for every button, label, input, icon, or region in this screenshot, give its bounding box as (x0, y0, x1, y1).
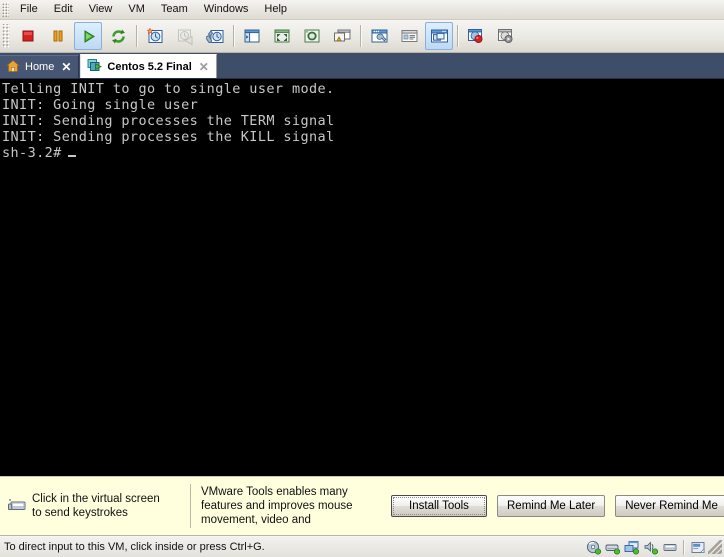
console-line-4: INIT: Sending processes the KILL signal (2, 129, 335, 145)
keystroke-hint-line2: to send keystrokes (32, 507, 128, 519)
fullscreen-button[interactable] (268, 22, 296, 50)
menu-item-view[interactable]: View (81, 1, 121, 18)
keystroke-hint-line1: Click in the virtual screen (32, 493, 160, 505)
vm-console-button[interactable] (425, 22, 453, 50)
reset-button[interactable] (104, 22, 132, 50)
menu-item-edit[interactable]: Edit (46, 1, 81, 18)
take-snapshot-button[interactable] (141, 22, 169, 50)
cdrom-status-icon[interactable] (585, 539, 602, 555)
replay-button[interactable] (492, 22, 520, 50)
tools-message-line3: movement, video and (201, 514, 311, 526)
snapshot-manager-button[interactable] (201, 22, 229, 50)
console-prompt-line: sh-3.2# (2, 145, 724, 161)
home-icon (5, 59, 21, 76)
menu-item-help[interactable]: Help (256, 1, 295, 18)
show-sidebar-button[interactable] (238, 22, 266, 50)
tools-message-line1: VMware Tools enables many (201, 486, 348, 498)
console-line-1: Telling INIT to go to single user mode. (2, 81, 335, 97)
tab-centos-label: Centos 5.2 Final (107, 60, 192, 73)
vmware-workstation-window: File Edit View VM Team Windows Help Home… (0, 0, 724, 557)
shell-prompt: sh-3.2# (2, 145, 62, 161)
tab-home-label: Home (25, 61, 55, 73)
toolbar (0, 20, 724, 53)
status-bar-separator (683, 539, 684, 555)
tab-home-close-icon[interactable]: ✕ (59, 61, 73, 73)
vmware-tools-notification-bar: Click in the virtual screen to send keys… (0, 476, 724, 536)
menu-item-team[interactable]: Team (153, 1, 196, 18)
keyboard-icon (6, 497, 28, 515)
power-on-button[interactable] (74, 22, 102, 50)
menu-bar-grip[interactable] (2, 2, 9, 17)
window-resize-grip[interactable] (708, 540, 722, 554)
toolbar-separator (360, 25, 361, 47)
tab-home[interactable]: Home ✕ (0, 55, 80, 78)
vm-console-screen[interactable]: Telling INIT to go to single user mode. … (0, 79, 724, 476)
keystroke-hint-text: Click in the virtual screen to send keys… (28, 492, 190, 520)
vmware-tools-message: VMware Tools enables many features and i… (191, 485, 391, 527)
menu-item-vm[interactable]: VM (120, 1, 153, 18)
quick-switch-button[interactable] (298, 22, 326, 50)
never-remind-me-button[interactable]: Never Remind Me (615, 495, 724, 517)
status-bar-icons (585, 539, 724, 555)
menu-item-file[interactable]: File (12, 1, 46, 18)
tab-centos-close-icon[interactable]: ✕ (197, 61, 211, 73)
tab-centos-5-2-final[interactable]: Centos 5.2 Final ✕ (80, 54, 217, 78)
terminal-cursor (67, 155, 76, 157)
tools-message-line2: features and improves mouse (201, 500, 353, 512)
vm-settings-button[interactable] (365, 22, 393, 50)
harddisk-status-icon[interactable] (604, 539, 621, 555)
menu-item-windows[interactable]: Windows (196, 1, 257, 18)
usb-status-icon[interactable] (661, 539, 678, 555)
network-status-icon[interactable] (623, 539, 640, 555)
toolbar-separator (457, 25, 458, 47)
unity-button[interactable] (328, 22, 356, 50)
toolbar-separator (233, 25, 234, 47)
install-tools-button[interactable]: Install Tools (391, 495, 487, 517)
console-line-3: INIT: Sending processes the TERM signal (2, 113, 335, 129)
record-button[interactable] (462, 22, 490, 50)
notification-buttons: Install Tools Remind Me Later Never Remi… (391, 495, 724, 517)
vm-summary-button[interactable] (395, 22, 423, 50)
vm-running-icon (87, 58, 103, 76)
tab-bar: Home ✕ Centos 5.2 Final ✕ (0, 53, 724, 79)
status-bar: To direct input to this VM, click inside… (0, 536, 724, 557)
console-line-2: INIT: Going single user (2, 97, 199, 113)
toolbar-grip[interactable] (2, 24, 10, 48)
remind-me-later-button[interactable]: Remind Me Later (497, 495, 606, 517)
message-log-icon[interactable] (689, 539, 706, 555)
sound-status-icon[interactable] (642, 539, 659, 555)
status-bar-message: To direct input to this VM, click inside… (4, 541, 265, 553)
power-off-button[interactable] (14, 22, 42, 50)
revert-snapshot-button[interactable] (171, 22, 199, 50)
suspend-button[interactable] (44, 22, 72, 50)
menu-bar: File Edit View VM Team Windows Help (0, 0, 724, 20)
toolbar-separator (136, 25, 137, 47)
